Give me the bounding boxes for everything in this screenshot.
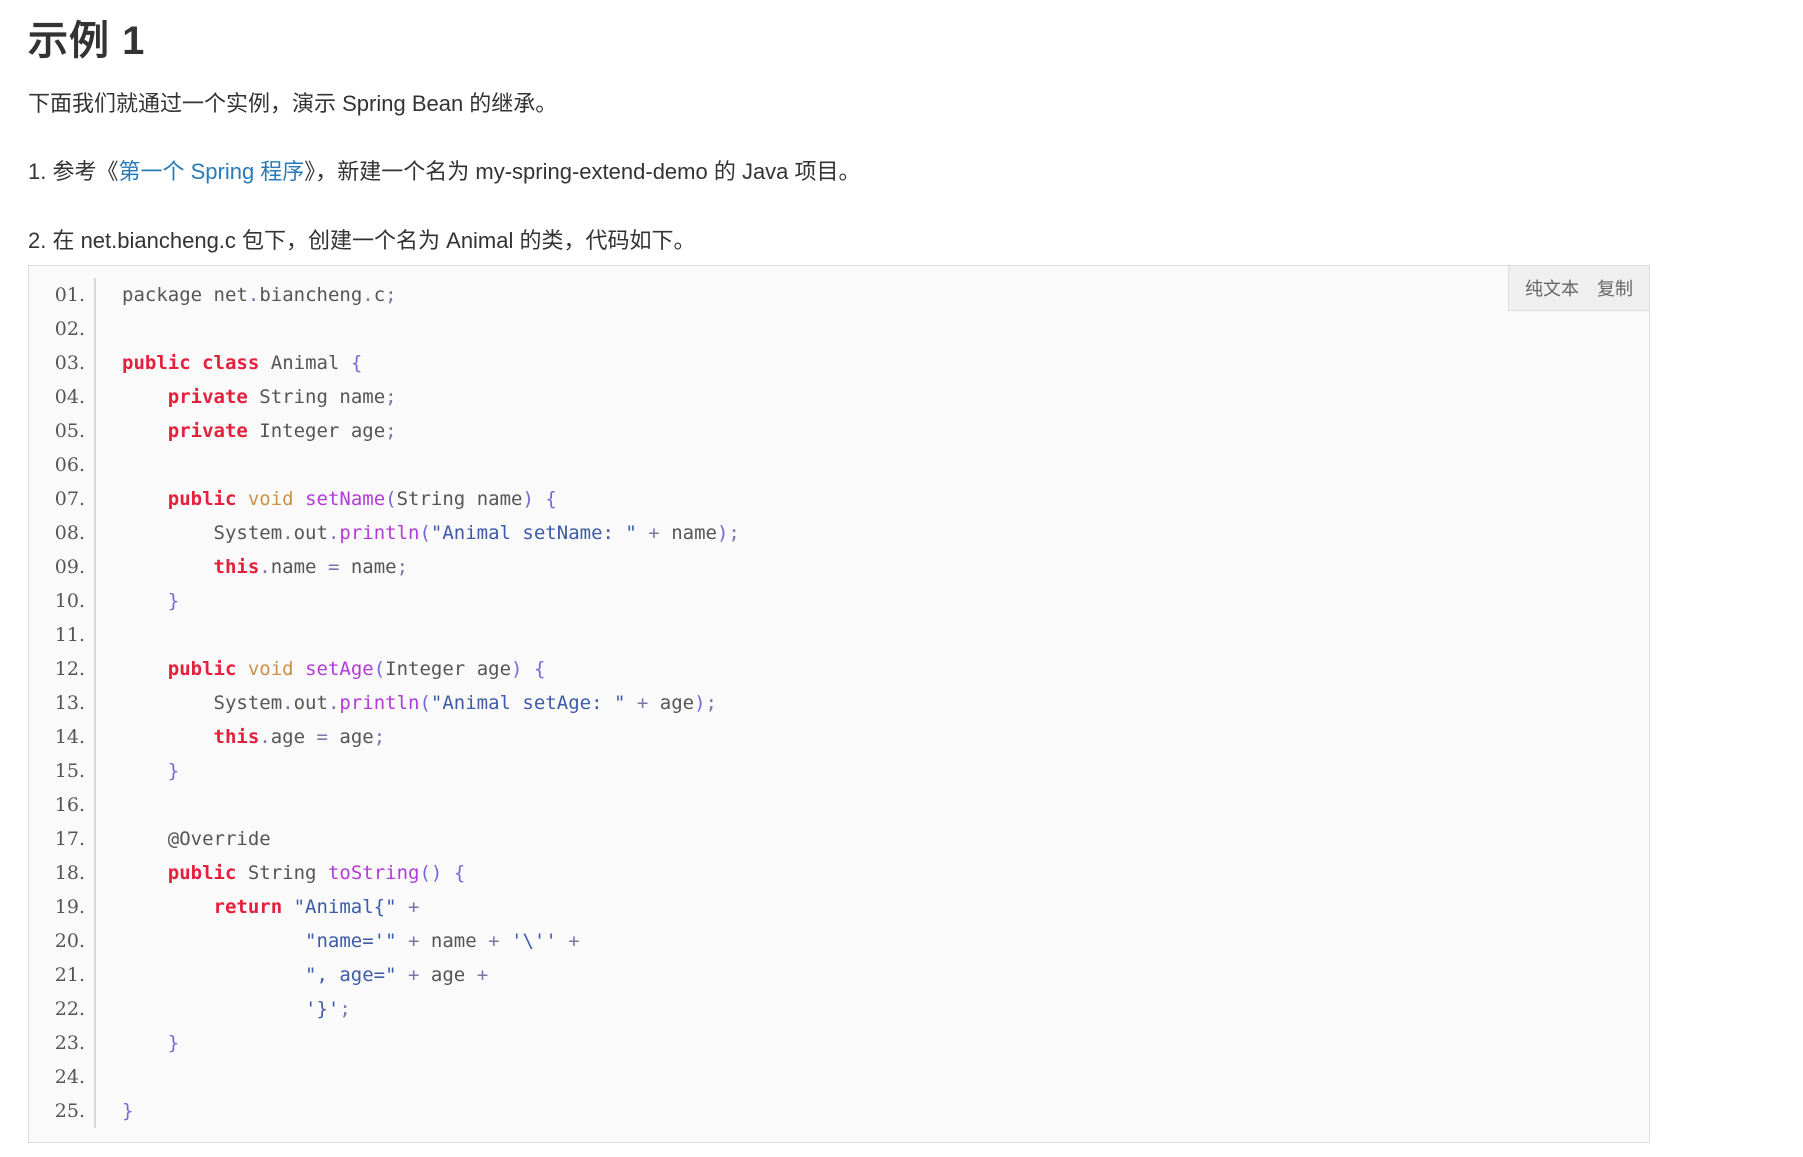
code-line: 07. public void setName(String name) { <box>29 482 1649 516</box>
line-number: 20. <box>29 924 96 958</box>
line-number: 19. <box>29 890 96 924</box>
line-number: 03. <box>29 346 96 380</box>
line-number: 22. <box>29 992 96 1026</box>
step-1-paragraph: 1. 参考《第一个 Spring 程序》，新建一个名为 my-spring-ex… <box>28 158 861 186</box>
line-number: 21. <box>29 958 96 992</box>
code-text: } <box>122 1100 134 1122</box>
code-text: System.out.println("Animal setAge: " + a… <box>213 692 717 714</box>
code-lines: 01. package net.biancheng.c; 02. 03. public … <box>29 278 1649 1128</box>
code-line: 06. <box>29 448 1649 482</box>
line-number: 01. <box>29 278 96 312</box>
code-text: return "Animal{" + <box>213 896 420 918</box>
line-number: 02. <box>29 312 96 346</box>
code-line: 01. package net.biancheng.c; <box>29 278 1649 312</box>
code-line: 09. this.name = name; <box>29 550 1649 584</box>
line-number: 14. <box>29 720 96 754</box>
line-number: 05. <box>29 414 96 448</box>
code-line: 18. public String toString() { <box>29 856 1649 890</box>
code-text: private Integer age; <box>167 420 397 442</box>
line-number: 13. <box>29 686 96 720</box>
code-text: this.name = name; <box>213 556 409 578</box>
line-number: 10. <box>29 584 96 618</box>
line-number: 18. <box>29 856 96 890</box>
line-number: 16. <box>29 788 96 822</box>
first-spring-program-link[interactable]: 第一个 Spring 程序 <box>118 159 304 184</box>
code-line: 23. } <box>29 1026 1649 1060</box>
line-number: 09. <box>29 550 96 584</box>
code-line: 22. '}'; <box>29 992 1649 1026</box>
line-number: 08. <box>29 516 96 550</box>
code-line: 24. <box>29 1060 1649 1094</box>
code-line: 15. } <box>29 754 1649 788</box>
code-line: 11. <box>29 618 1649 652</box>
code-text: } <box>167 1032 180 1054</box>
intro-paragraph: 下面我们就通过一个实例，演示 Spring Bean 的继承。 <box>28 91 558 116</box>
page-title: 示例 1 <box>28 19 146 63</box>
line-number: 04. <box>29 380 96 414</box>
line-number: 12. <box>29 652 96 686</box>
line-number: 07. <box>29 482 96 516</box>
line-number: 24. <box>29 1060 96 1094</box>
code-text: private String name; <box>167 386 397 408</box>
line-number: 23. <box>29 1026 96 1060</box>
code-line: 13. System.out.println("Animal setAge: "… <box>29 686 1649 720</box>
line-number: 17. <box>29 822 96 856</box>
code-text: } <box>167 590 180 612</box>
code-text: System.out.println("Animal setName: " + … <box>213 522 740 544</box>
code-line: 17. @Override <box>29 822 1649 856</box>
code-line: 16. <box>29 788 1649 822</box>
line-number: 25. <box>29 1094 96 1128</box>
line-number: 15. <box>29 754 96 788</box>
line-number: 06. <box>29 448 96 482</box>
code-line: 21. ", age=" + age + <box>29 958 1649 992</box>
code-text: public void setAge(Integer age) { <box>167 658 546 680</box>
code-text: ", age=" + age + <box>305 964 489 986</box>
code-line: 20. "name='" + name + '\'' + <box>29 924 1649 958</box>
code-text: "name='" + name + '\'' + <box>305 930 580 952</box>
code-line: 25.} <box>29 1094 1649 1128</box>
code-block: 纯文本 复制 01. package net.biancheng.c; 02. 03.… <box>28 265 1650 1143</box>
code-line: 12. public void setAge(Integer age) { <box>29 652 1649 686</box>
line-number: 11. <box>29 618 96 652</box>
code-text: public void setName(String name) { <box>167 488 557 510</box>
code-line: 14. this.age = age; <box>29 720 1649 754</box>
step-2-paragraph: 2. 在 net.biancheng.c 包下，创建一个名为 Animal 的类… <box>28 228 696 253</box>
code-text: } <box>167 760 180 782</box>
code-line: 02. <box>29 312 1649 346</box>
code-line: 05. private Integer age; <box>29 414 1649 448</box>
code-line: 08. System.out.println("Animal setName: … <box>29 516 1649 550</box>
code-line: 03. public class Animal { <box>29 346 1649 380</box>
code-line: 19. return "Animal{" + <box>29 890 1649 924</box>
code-text: public class Animal { <box>122 352 363 374</box>
code-text: '}'; <box>305 998 351 1020</box>
code-text: @Override <box>167 828 271 850</box>
code-line: 10. } <box>29 584 1649 618</box>
code-text: public String toString() { <box>167 862 466 884</box>
code-line: 04. private String name; <box>29 380 1649 414</box>
step-1-suffix: 》，新建一个名为 my-spring-extend-demo 的 Java 项目… <box>304 159 861 184</box>
code-text: package net.biancheng.c; <box>122 284 397 306</box>
step-1-prefix: 1. 参考《 <box>28 159 119 184</box>
code-text: this.age = age; <box>213 726 386 748</box>
